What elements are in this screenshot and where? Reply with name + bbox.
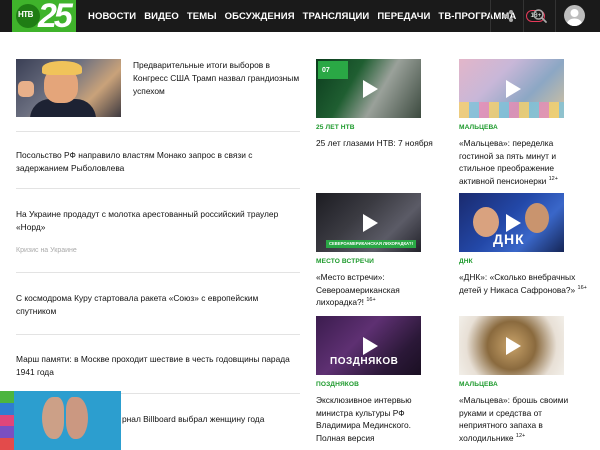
play-icon[interactable] xyxy=(501,212,523,234)
mini-player-controls xyxy=(0,391,14,450)
video-category-tag[interactable]: Поздняков xyxy=(316,381,359,388)
video-thumbnail[interactable] xyxy=(459,316,564,375)
header-divider xyxy=(555,0,556,32)
logo-ntv-text: НТВ xyxy=(18,10,33,19)
news-divider xyxy=(16,131,300,132)
lead-image-fist xyxy=(18,81,34,97)
nav-discussions[interactable]: ОБСУЖДЕНИЯ xyxy=(225,11,295,22)
nav-video[interactable]: ВИДЕО xyxy=(144,11,179,22)
thumbnail-caption: ПОЗДНЯКОВ xyxy=(330,356,399,367)
news-headline[interactable]: С космодрома Куру стартовала ракета «Сою… xyxy=(16,292,300,318)
header-divider xyxy=(490,0,491,32)
age-rating-mark: 16+ xyxy=(577,284,587,291)
mini-player-control-3[interactable] xyxy=(0,414,14,427)
video-thumbnail[interactable]: СЕВЕРОАМЕРИКАНСКАЯ ЛИХОРАДКА?! xyxy=(316,193,421,252)
mini-player-frame-shape xyxy=(42,397,64,439)
video-title[interactable]: 25 лет глазами НТВ: 7 ноября xyxy=(316,137,436,150)
story-topic-tag[interactable]: Кризис на Украине xyxy=(16,247,77,254)
news-divider xyxy=(16,272,300,273)
video-title[interactable]: Эксклюзивное интервью министра культуры … xyxy=(316,394,436,444)
age-rating-mark: 12+ xyxy=(515,432,526,439)
nav-news[interactable]: НОВОСТИ xyxy=(88,11,136,22)
top-navigation-bar: НТВ 25 НОВОСТИ ВИДЕО ТЕМЫ ОБСУЖДЕНИЯ ТРА… xyxy=(0,0,600,32)
thumbnail-date-badge: 07 xyxy=(318,61,348,79)
news-headline[interactable]: рнал Billboard выбрал женщину года xyxy=(122,413,302,426)
lead-story-image[interactable] xyxy=(16,59,121,117)
video-title[interactable]: «Мальцева»: брошь своими руками и средст… xyxy=(459,394,587,444)
video-title[interactable]: «Место встречи»: Североамериканская лихо… xyxy=(316,271,436,309)
play-icon[interactable] xyxy=(358,78,380,100)
mini-player-frame-shape xyxy=(66,397,88,439)
lead-image-hair xyxy=(42,61,82,75)
video-thumbnail[interactable]: ДНК xyxy=(459,193,564,252)
video-thumbnail[interactable]: 07 xyxy=(316,59,421,118)
news-headline[interactable]: Марш памяти: в Москве проходит шествие в… xyxy=(16,353,300,379)
nav-broadcasts[interactable]: ТРАНСЛЯЦИИ xyxy=(303,11,370,22)
age-rating-mark: 16+ xyxy=(366,297,376,304)
lead-story-headline[interactable]: Предварительные итоги выборов в Конгресс… xyxy=(133,59,303,98)
news-divider xyxy=(16,334,300,335)
video-thumbnail[interactable]: ПОЗДНЯКОВ xyxy=(316,316,421,375)
video-title[interactable]: «ДНК»: «Сколько внебрачных детей у Никас… xyxy=(459,271,587,296)
video-category-tag[interactable]: 25 лет НТВ xyxy=(316,124,355,131)
mini-player-control-5[interactable] xyxy=(0,438,14,450)
thumbnail-decor xyxy=(459,102,564,118)
nav-topics[interactable]: ТЕМЫ xyxy=(187,11,217,22)
video-category-tag[interactable]: Мальцева xyxy=(459,381,498,388)
play-icon[interactable] xyxy=(501,78,523,100)
video-thumbnail[interactable] xyxy=(459,59,564,118)
video-category-tag[interactable]: ДНК xyxy=(459,258,473,265)
logo-anniversary-number: 25 xyxy=(38,0,73,32)
video-category-tag[interactable]: Место встречи xyxy=(316,258,374,265)
mini-player-control-4[interactable] xyxy=(0,426,14,439)
play-icon[interactable] xyxy=(358,335,380,357)
video-category-tag[interactable]: Мальцева xyxy=(459,124,498,131)
video-title[interactable]: «Мальцева»: переделка гостиной за пять м… xyxy=(459,137,587,187)
mini-video-player[interactable] xyxy=(0,391,121,450)
thumbnail-person xyxy=(525,203,549,233)
header-divider xyxy=(523,0,524,32)
share-icon[interactable] xyxy=(500,8,516,24)
main-nav: НОВОСТИ ВИДЕО ТЕМЫ ОБСУЖДЕНИЯ ТРАНСЛЯЦИИ… xyxy=(88,0,546,32)
thumbnail-caption: СЕВЕРОАМЕРИКАНСКАЯ ЛИХОРАДКА?! xyxy=(326,240,416,248)
play-icon[interactable] xyxy=(501,335,523,357)
news-divider xyxy=(16,188,300,189)
user-avatar-icon[interactable] xyxy=(564,5,585,26)
mini-player-control-1[interactable] xyxy=(0,391,14,403)
age-rating-mark: 12+ xyxy=(548,175,558,182)
nav-shows[interactable]: ПЕРЕДАЧИ xyxy=(377,11,430,22)
play-icon[interactable] xyxy=(358,212,380,234)
news-headline[interactable]: На Украине продадут с молотка арестованн… xyxy=(16,208,300,234)
ntv-25-logo[interactable]: НТВ 25 xyxy=(12,0,76,32)
search-icon[interactable] xyxy=(532,8,548,24)
news-headline[interactable]: Посольство РФ направило властям Монако з… xyxy=(16,149,300,175)
mini-player-control-2[interactable] xyxy=(0,402,14,415)
